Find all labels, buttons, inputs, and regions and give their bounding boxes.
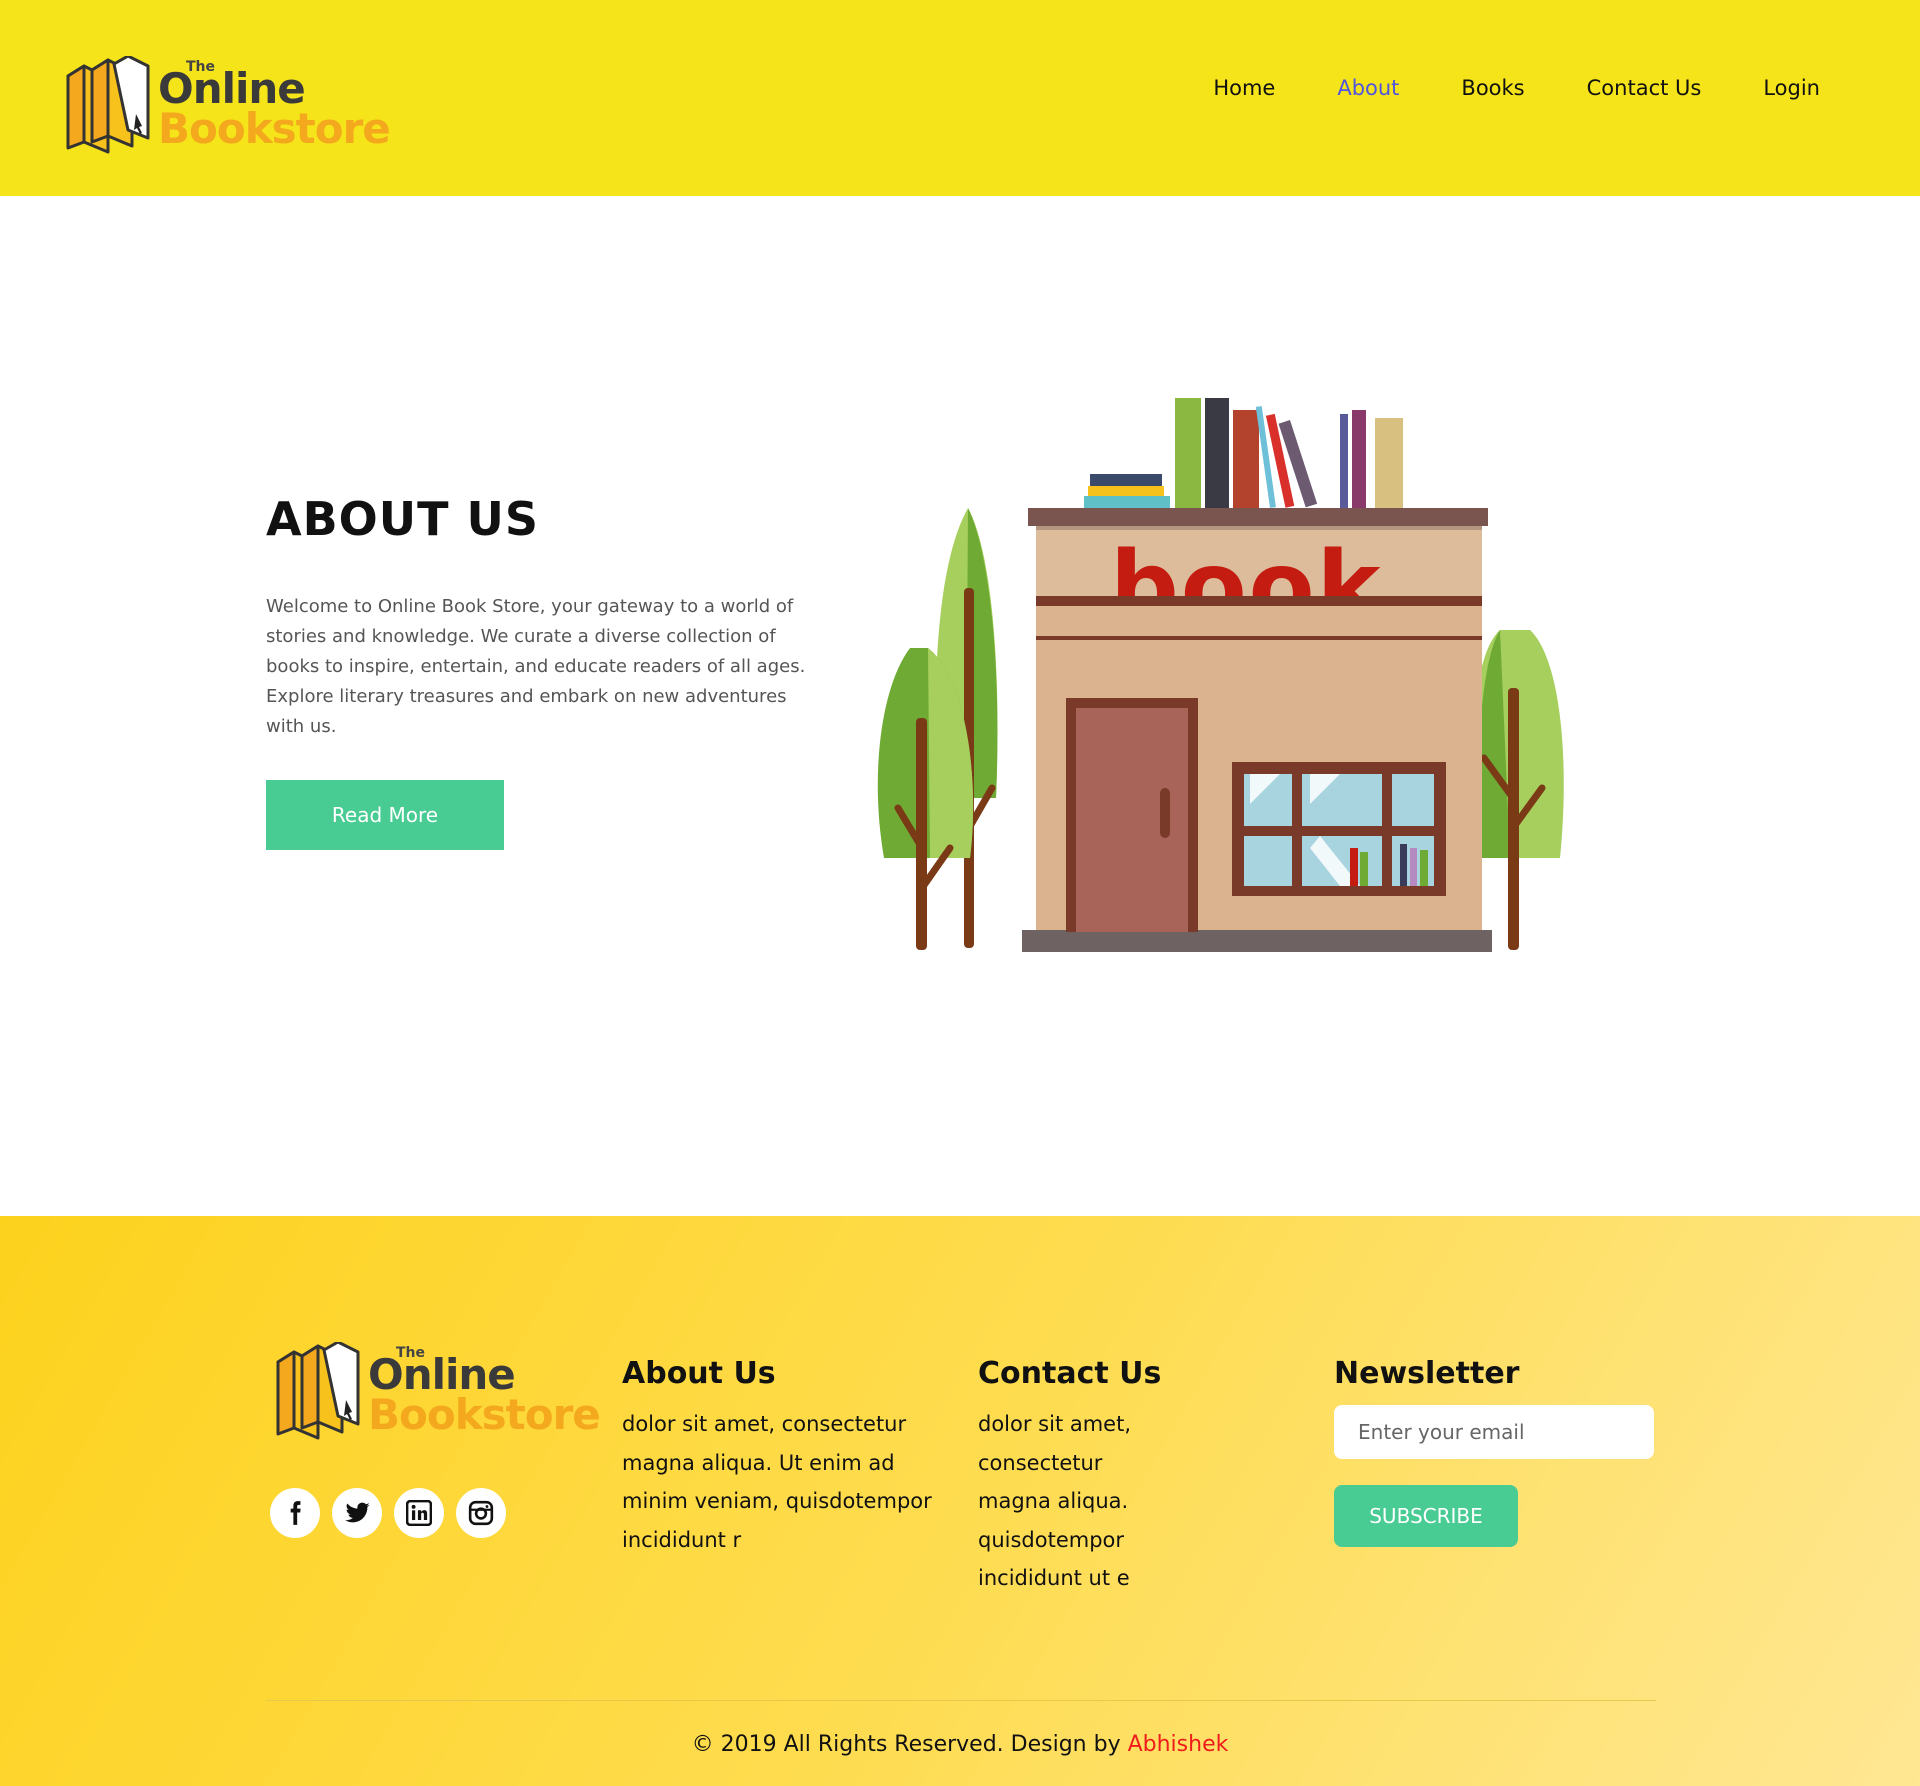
nav-home[interactable]: Home [1213, 76, 1275, 100]
rooftop-books [1084, 398, 1403, 508]
social-links [270, 1488, 518, 1538]
logo-the-text: The [186, 59, 216, 75]
footer-logo[interactable]: The Online Bookstore [272, 1342, 601, 1442]
copyright-text: © 2019 All Rights Reserved. Design by [691, 1732, 1121, 1757]
main-nav: Home About Books Contact Us Login [1151, 76, 1820, 100]
read-more-button[interactable]: Read More [266, 780, 504, 850]
nav-about[interactable]: About [1337, 76, 1399, 100]
nav-contact-us[interactable]: Contact Us [1587, 76, 1702, 100]
about-description: Welcome to Online Book Store, your gatew… [266, 596, 806, 737]
footer-contact-text: dolor sit amet, consectetur magna aliqua… [978, 1412, 1132, 1590]
site-header: The Online Bookstore Home About Books Co… [0, 0, 1920, 196]
footer-about-text: dolor sit amet, consectetur magna aliqua… [622, 1412, 932, 1552]
instagram-icon[interactable] [456, 1488, 506, 1538]
books-logo-icon [66, 56, 150, 154]
footer-contact-title: Contact Us [978, 1356, 1162, 1391]
twitter-icon[interactable] [332, 1488, 382, 1538]
about-title: ABOUT US [266, 492, 539, 546]
footer-divider [266, 1700, 1656, 1701]
footer-contact: Contact Us dolor sit amet, consectetur m… [978, 1356, 1162, 1598]
footer-newsletter: Newsletter SUBSCRIBE [1334, 1356, 1656, 1547]
nav-login[interactable]: Login [1763, 76, 1820, 100]
newsletter-email-input[interactable] [1334, 1405, 1654, 1459]
linkedin-icon[interactable] [394, 1488, 444, 1538]
author-link[interactable]: Abhishek [1128, 1732, 1229, 1757]
subscribe-button[interactable]: SUBSCRIBE [1334, 1485, 1518, 1547]
footer-about-title: About Us [622, 1356, 776, 1391]
logo-the-text: The [396, 1345, 426, 1361]
footer-about: About Us dolor sit amet, consectetur mag… [622, 1356, 942, 1559]
logo-bookstore-text: Bookstore [368, 1390, 601, 1439]
bookstore-illustration: book [877, 398, 1564, 952]
tree-right [1474, 630, 1564, 950]
newsletter-title: Newsletter [1334, 1356, 1520, 1391]
nav-books[interactable]: Books [1461, 76, 1524, 100]
logo-bookstore-text: Bookstore [158, 104, 391, 153]
copyright: © 2019 All Rights Reserved. Design by Ab… [0, 1732, 1920, 1757]
facebook-icon[interactable] [270, 1488, 320, 1538]
site-logo[interactable]: The Online Bookstore [62, 56, 391, 156]
books-logo-icon [276, 1342, 360, 1440]
